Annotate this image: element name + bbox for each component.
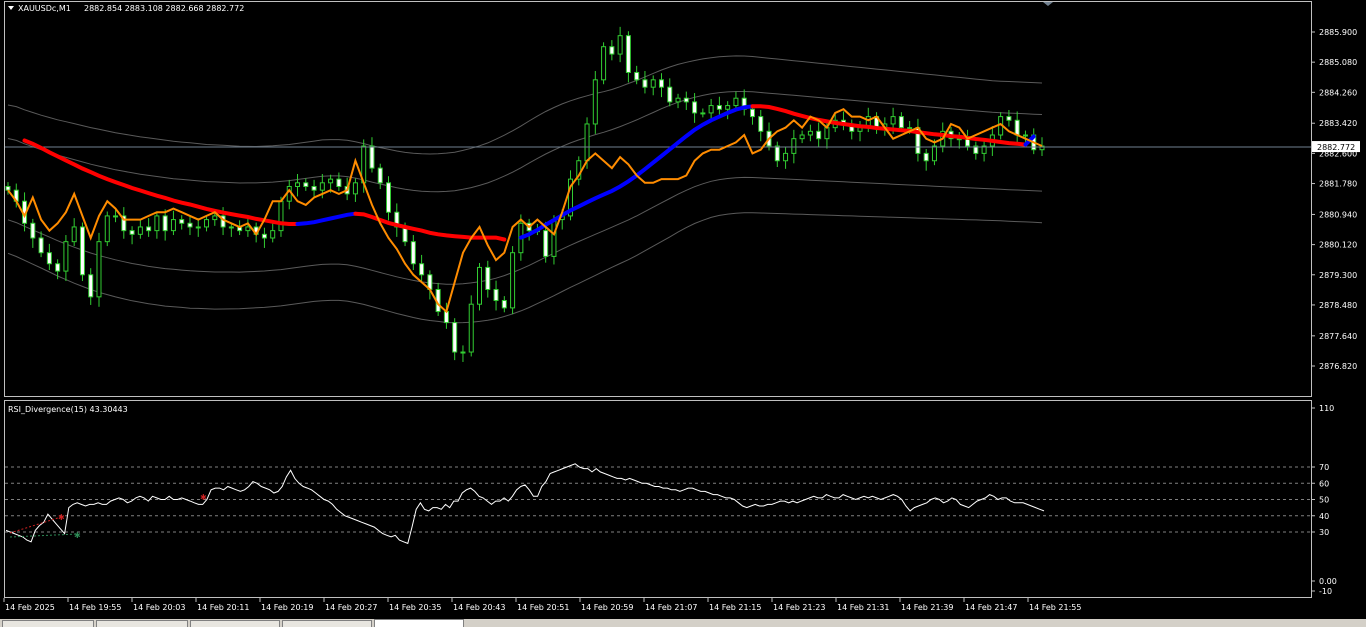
time-tick-label: 14 Feb 21:55 <box>1029 603 1081 612</box>
candle <box>601 42 607 85</box>
divergence-arrow-icon: ✱ <box>58 513 65 522</box>
current-price-tag: 2882.772 <box>1312 141 1360 153</box>
indicator-axis: 110 70 60 50 40 30 0.00-10 <box>1311 404 1337 596</box>
time-tick-label: 14 Feb 20:59 <box>581 603 633 612</box>
price-tick-label: 2880.940 <box>1319 210 1357 219</box>
main-chart-frame <box>4 1 1312 397</box>
divergence-arrow-icon: ✱ <box>74 531 81 540</box>
candle <box>468 295 474 357</box>
price-axis: 2885.9002885.0802884.2602883.4202882.600… <box>1311 28 1357 371</box>
price-tick-label: 2880.120 <box>1319 241 1357 250</box>
indicator-tick-label: 30 <box>1319 528 1329 537</box>
chart-header: XAUUSDc,M1 2882.854 2883.108 2882.668 28… <box>8 4 244 13</box>
divergence-arrow-icon: ✱ <box>200 493 207 502</box>
time-tick-label: 14 Feb 20:19 <box>261 603 313 612</box>
time-tick-label: 14 Feb 21:47 <box>965 603 1017 612</box>
candle <box>96 232 102 307</box>
indicator-tick-label: 60 <box>1319 479 1329 488</box>
chart-tab[interactable] <box>2 620 94 627</box>
price-tick-label: 2877.640 <box>1319 332 1357 341</box>
symbol-timeframe-label: XAUUSDc,M1 <box>18 4 71 13</box>
candle <box>104 211 110 247</box>
candle <box>592 70 598 134</box>
time-tick-label: 14 Feb 21:31 <box>837 603 889 612</box>
time-tick-label: 14 Feb 20:35 <box>389 603 441 612</box>
chart-tab[interactable] <box>190 620 280 627</box>
rsi-indicator-panel[interactable]: ✱ ✱ ✱ RSI_Divergence(15) 43.30443 110 70 6… <box>4 400 1337 598</box>
price-tick-label: 2884.260 <box>1319 88 1357 97</box>
price-tick-label: 2876.820 <box>1319 362 1357 371</box>
chart-tab[interactable] <box>282 620 372 627</box>
price-tick-label: 2879.300 <box>1319 271 1357 280</box>
indicator-tick-label: 0.00 <box>1319 577 1337 586</box>
time-tick-label: 14 Feb 2025 <box>5 603 55 612</box>
indicator-tick-label: -10 <box>1319 587 1332 596</box>
time-tick-label: 14 Feb 19:55 <box>69 603 121 612</box>
current-price-tag-text: 2882.772 <box>1317 143 1355 152</box>
time-tick-label: 14 Feb 20:03 <box>133 603 185 612</box>
trading-chart[interactable]: XAUUSDc,M1 2882.854 2883.108 2882.668 28… <box>0 0 1366 627</box>
indicator-tick-label: 110 <box>1319 404 1334 413</box>
time-tick-label: 14 Feb 20:43 <box>453 603 505 612</box>
time-tick-label: 14 Feb 20:51 <box>517 603 569 612</box>
indicator-tick-label: 40 <box>1319 512 1329 521</box>
candle <box>477 263 483 311</box>
indicator-tick-label: 50 <box>1319 496 1329 505</box>
time-tick-label: 14 Feb 20:27 <box>325 603 377 612</box>
chart-tab[interactable] <box>96 620 188 627</box>
price-tick-label: 2878.480 <box>1319 301 1357 310</box>
candle <box>278 196 284 237</box>
price-tick-label: 2883.420 <box>1319 119 1357 128</box>
indicator-tick-label: 70 <box>1319 463 1329 472</box>
price-chart-panel[interactable]: XAUUSDc,M1 2882.854 2883.108 2882.668 28… <box>4 1 1361 397</box>
time-axis: 14 Feb 2025 14 Feb 19:55 14 Feb 20:03 14 Fe… <box>3 598 1081 612</box>
candle <box>510 246 516 315</box>
time-tick-label: 14 Feb 20:11 <box>197 603 249 612</box>
ohlc-values: 2882.854 2883.108 2882.668 2882.772 <box>84 4 244 13</box>
time-tick-label: 14 Feb 21:39 <box>901 603 953 612</box>
chart-tabs-bar <box>0 619 1366 627</box>
candle <box>79 222 85 282</box>
indicator-label: RSI_Divergence(15) 43.30443 <box>8 405 128 414</box>
chart-tab-active[interactable] <box>374 619 464 627</box>
price-tick-label: 2881.780 <box>1319 180 1357 189</box>
time-tick-label: 14 Feb 21:15 <box>709 603 761 612</box>
price-tick-label: 2885.900 <box>1319 28 1357 37</box>
time-tick-label: 14 Feb 21:07 <box>645 603 697 612</box>
price-tick-label: 2885.080 <box>1319 58 1357 67</box>
time-tick-label: 14 Feb 21:23 <box>773 603 825 612</box>
